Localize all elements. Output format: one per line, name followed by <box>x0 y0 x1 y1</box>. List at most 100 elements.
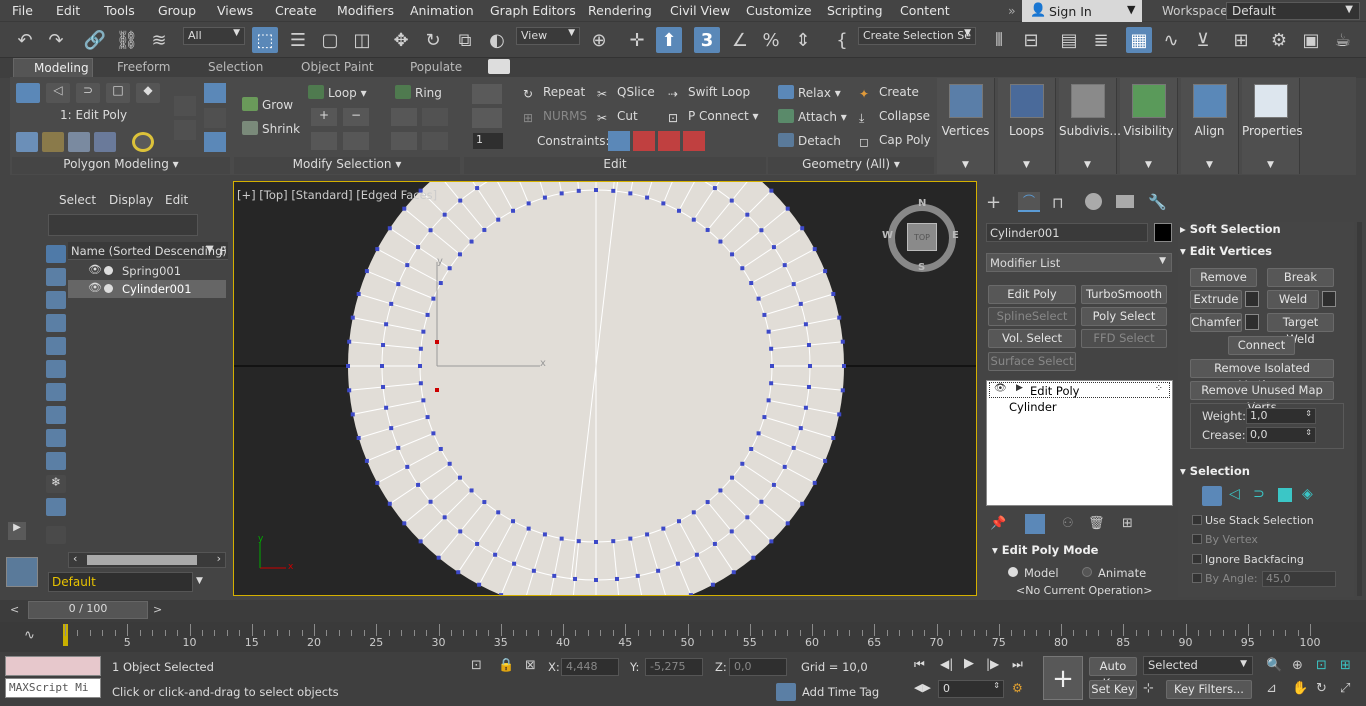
qslice-button[interactable]: ✂ QSlice <box>597 85 655 101</box>
absolute-mode-icon[interactable]: ⊠ <box>525 658 536 673</box>
mesh-vertex[interactable] <box>381 384 386 389</box>
time-tag-icon[interactable] <box>776 683 796 701</box>
mesh-vertex[interactable] <box>442 515 447 520</box>
viewport-canvas[interactable] <box>234 182 977 596</box>
zoom-icon[interactable]: 🔍 <box>1266 658 1282 673</box>
mesh-vertex[interactable] <box>442 212 447 217</box>
keyboard-shortcut-icon[interactable]: ⬆ <box>656 27 682 53</box>
mesh-vertex[interactable] <box>745 212 750 217</box>
y-coordinate-field[interactable]: -5,275 <box>645 658 703 676</box>
mesh-vertex[interactable] <box>511 208 516 213</box>
menu-civil-view[interactable]: Civil View <box>670 3 730 18</box>
spinner-snap-icon[interactable]: ⇕ <box>790 27 816 53</box>
mesh-vertex[interactable] <box>694 552 699 557</box>
mesh-vertex[interactable] <box>576 539 581 544</box>
mesh-vertex[interactable] <box>782 464 787 469</box>
time-prev-icon[interactable]: < <box>10 603 26 619</box>
mesh-vertex[interactable] <box>771 245 776 250</box>
mesh-vertex[interactable] <box>837 412 842 417</box>
time-config-icon[interactable]: ⚙ <box>1012 681 1023 695</box>
z-coordinate-field[interactable]: 0,0 <box>729 658 787 676</box>
selection-lock-icon[interactable]: 🔒 <box>498 658 514 673</box>
modifier-list-dropdown[interactable]: Modifier List ▼ <box>986 253 1172 272</box>
chevron-down-icon[interactable]: ▼ <box>196 576 203 586</box>
mesh-vertex[interactable] <box>812 480 817 485</box>
mesh-vertex[interactable] <box>730 475 735 480</box>
explorer-search-input[interactable] <box>48 214 198 236</box>
menu-create[interactable]: Create <box>275 3 317 18</box>
pan-icon[interactable]: ✋ <box>1292 681 1308 696</box>
explorer-hscrollbar[interactable]: ‹ › <box>68 552 226 568</box>
window-crossing-icon[interactable]: ◫ <box>349 27 375 53</box>
polygon-mode-icon[interactable]: □ <box>106 83 130 103</box>
menu-tools[interactable]: Tools <box>104 3 135 18</box>
mesh-vertex[interactable] <box>803 405 808 410</box>
play-icon[interactable]: ▶ <box>964 656 974 671</box>
mesh-vertex[interactable] <box>756 431 761 436</box>
orbit-icon[interactable]: ↻ <box>1316 681 1327 696</box>
dot-loop-icon[interactable] <box>343 132 369 150</box>
explorer-tab-select[interactable]: Select <box>59 193 96 207</box>
mesh-vertex[interactable] <box>375 480 380 485</box>
toggle-command-panel-icon[interactable] <box>68 132 90 152</box>
use-nurms-icon[interactable] <box>174 120 196 140</box>
viewport-point-of-view-menu[interactable]: [Top] <box>259 188 287 202</box>
snap-toggle-icon[interactable]: 3 <box>694 27 720 53</box>
mesh-vertex[interactable] <box>798 301 803 306</box>
move-icon[interactable]: ✥ <box>388 27 414 53</box>
mesh-vertex[interactable] <box>482 500 487 505</box>
go-to-end-icon[interactable]: ⏭ <box>1012 657 1023 672</box>
mesh-vertex[interactable] <box>364 458 369 463</box>
turbosmooth-modifier-button[interactable]: TurboSmooth <box>1081 285 1167 304</box>
display-containers-icon[interactable] <box>46 452 66 470</box>
tab-populate[interactable]: Populate <box>410 60 462 74</box>
break-button[interactable]: Break <box>1267 268 1334 287</box>
maxscript-listener-top[interactable] <box>5 656 101 676</box>
mesh-vertex[interactable] <box>806 384 811 389</box>
mesh-vertex[interactable] <box>496 510 501 515</box>
mesh-vertex[interactable] <box>375 247 380 252</box>
attach-button[interactable]: Attach ▾ <box>778 109 847 124</box>
ribbon-options-icon[interactable] <box>488 59 510 74</box>
mesh-vertex[interactable] <box>576 188 581 193</box>
mesh-vertex[interactable] <box>762 312 767 317</box>
mesh-vertex[interactable] <box>421 398 426 403</box>
mesh-vertex[interactable] <box>438 281 443 286</box>
grow-button[interactable]: Grow <box>242 97 293 112</box>
modify-selection-footer[interactable]: Modify Selection ▾ <box>234 157 460 174</box>
border-subobject-icon[interactable]: ⊃ <box>1253 486 1265 502</box>
mesh-vertex[interactable] <box>350 412 355 417</box>
mesh-vertex[interactable] <box>831 435 836 440</box>
tree-row-spring[interactable]: 👁 Spring001 <box>68 262 226 280</box>
mesh-vertex[interactable] <box>421 329 426 334</box>
mesh-vertex[interactable] <box>458 529 463 534</box>
next-frame-icon[interactable]: |▶ <box>986 657 999 671</box>
border-mode-icon[interactable]: ⊃ <box>76 83 100 103</box>
tweak-icon[interactable] <box>472 108 502 128</box>
polygon-subobject-icon[interactable] <box>1278 488 1292 502</box>
collapse-stack-icon[interactable] <box>174 96 196 116</box>
by-angle-spinner[interactable]: 45,0 <box>1262 571 1336 587</box>
mesh-vertex[interactable] <box>762 415 767 420</box>
mesh-vertex[interactable] <box>364 269 369 274</box>
loops-panel-button[interactable]: Loops ▼ <box>998 78 1056 174</box>
shrink-loop-icon[interactable]: − <box>343 108 369 126</box>
mesh-vertex[interactable] <box>456 570 461 575</box>
by-angle-checkbox[interactable] <box>1192 573 1202 583</box>
mesh-vertex[interactable] <box>771 482 776 487</box>
render-setup-icon[interactable]: ⚙ <box>1266 27 1292 53</box>
mesh-vertex[interactable] <box>710 582 715 587</box>
menu-rendering[interactable]: Rendering <box>588 3 652 18</box>
mesh-vertex[interactable] <box>769 539 774 544</box>
curve-editor-icon[interactable]: ∿ <box>1158 27 1184 53</box>
mesh-vertex[interactable] <box>356 435 361 440</box>
element-subobject-icon[interactable]: ◈ <box>1302 486 1313 502</box>
mesh-vertex[interactable] <box>531 568 536 573</box>
mesh-vertex[interactable] <box>402 521 407 526</box>
previous-modifier-icon[interactable] <box>204 108 226 128</box>
chamfer-button[interactable]: Chamfer <box>1190 313 1242 332</box>
extrude-settings-icon[interactable] <box>1245 291 1259 307</box>
mesh-vertex[interactable] <box>712 186 717 191</box>
mesh-vertex[interactable] <box>384 405 389 410</box>
render-dot-icon[interactable] <box>104 266 113 275</box>
